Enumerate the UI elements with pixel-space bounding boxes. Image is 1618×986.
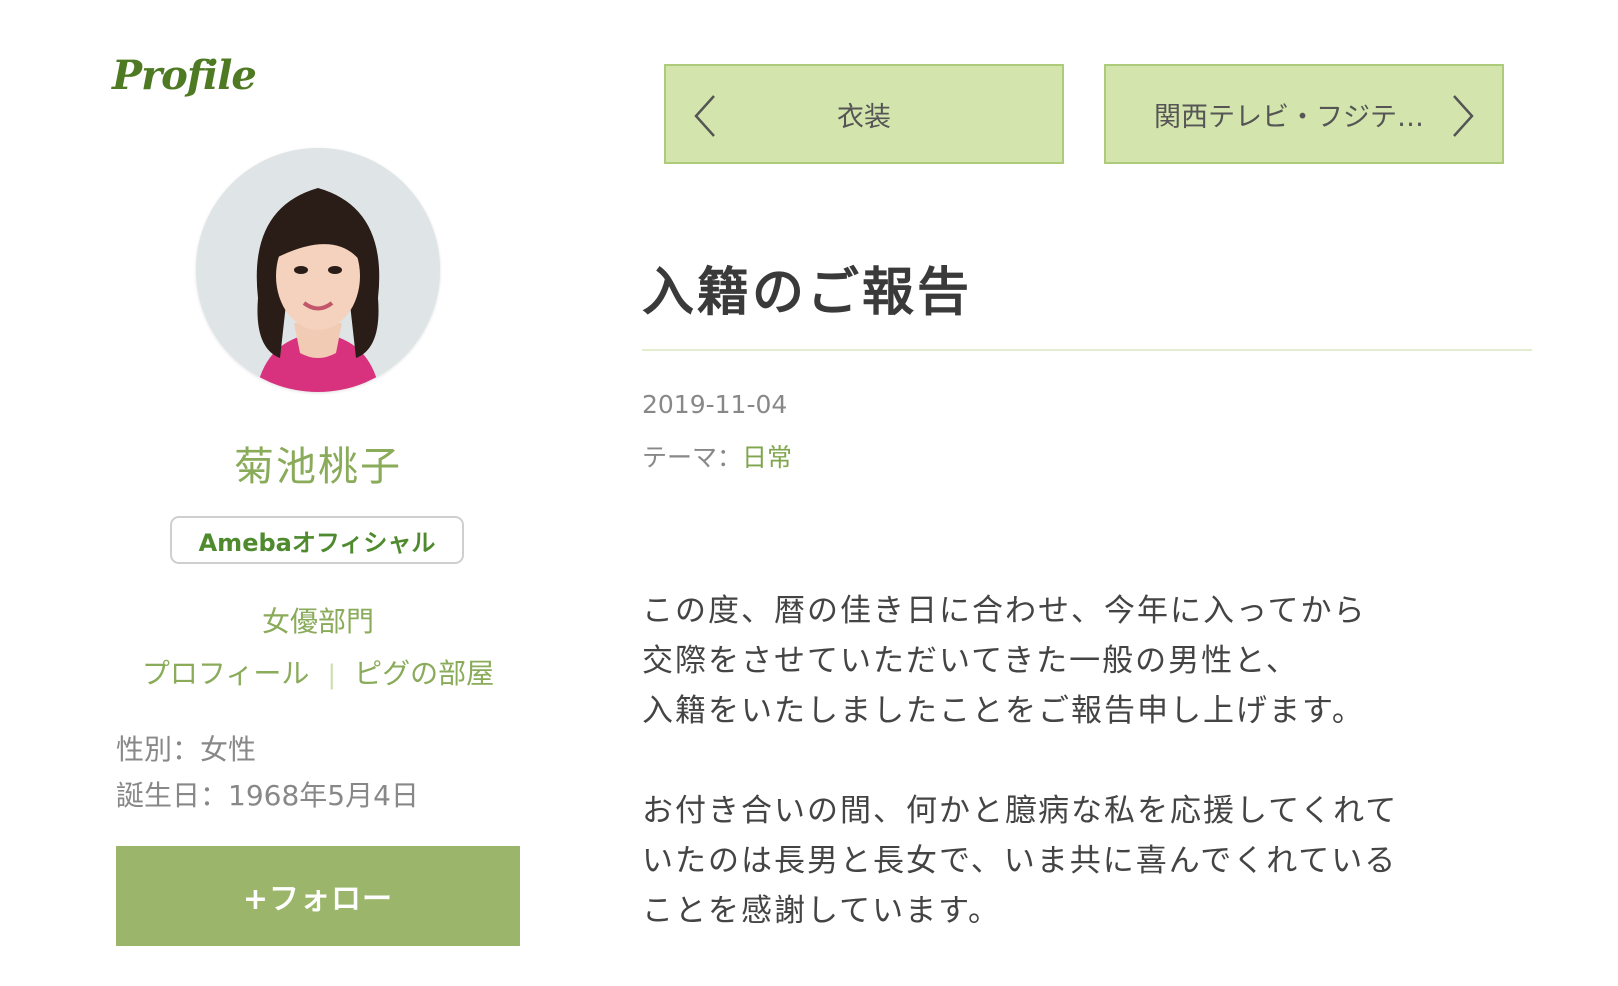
article-line: この度、暦の佳き日に合わせ、今年に入ってから (642, 593, 1367, 629)
prev-article-title: 衣装 (837, 101, 891, 133)
article-line: いたのは長男と長女で、いま共に喜んでくれている (642, 843, 1398, 879)
chevron-left-icon (694, 95, 715, 137)
theme-label: テーマ： (642, 443, 743, 472)
chevron-right-icon (1453, 95, 1474, 137)
theme-link[interactable]: 日常 (742, 443, 792, 472)
article-line: お付き合いの間、何かと臆病な私を応援してくれて (642, 793, 1399, 829)
gender-info: 性別：女性 (116, 733, 257, 766)
article-line: 交際をさせていただいてきた一般の男性と、 (642, 643, 1299, 679)
blog-name[interactable]: 菊池桃子 (0, 434, 636, 492)
profile-sidebar: Profile 菊池桃子 Amebaオフィシャル 女優部門 プロフィール | ピグの… (0, 0, 560, 962)
prev-article-button[interactable]: 衣装 (664, 64, 1064, 164)
next-article-title: 関西テレビ・フジテ… (1154, 101, 1424, 133)
profile-heading: Profile (112, 52, 257, 99)
avatar[interactable] (196, 148, 440, 392)
link-divider: | (327, 660, 337, 690)
article-line: ことを感謝しています。 (642, 893, 1001, 929)
profile-links: プロフィール | ピグの部屋 (0, 652, 636, 692)
article-body: この度、暦の佳き日に合わせ、今年に入ってから 交際をさせていただいてきた一般の男… (642, 586, 1542, 986)
pigg-room-link[interactable]: ピグの部屋 (354, 657, 494, 690)
article-paragraph: お付き合いの間、何かと臆病な私を応援してくれて いたのは長男と長女で、いま共に喜… (642, 786, 1542, 936)
birthday-info: 誕生日：1968年5月4日 (116, 779, 419, 812)
official-badge[interactable]: Amebaオフィシャル (170, 516, 464, 564)
article-theme: テーマ：日常 (642, 438, 792, 474)
article-line: 入籍をいたしましたことをご報告申し上げます。 (642, 693, 1365, 729)
article-title: 入籍のご報告 (642, 263, 973, 323)
avatar-image (196, 148, 440, 392)
follow-button[interactable]: +フォロー (116, 846, 520, 946)
profile-link[interactable]: プロフィール (142, 657, 309, 690)
next-article-button[interactable]: 関西テレビ・フジテ… (1104, 64, 1504, 164)
title-divider (642, 349, 1532, 351)
article-date: 2019-11-04 (642, 390, 788, 419)
article-paragraph: この度、暦の佳き日に合わせ、今年に入ってから 交際をさせていただいてきた一般の男… (642, 586, 1542, 736)
category-link[interactable]: 女優部門 (0, 600, 636, 640)
